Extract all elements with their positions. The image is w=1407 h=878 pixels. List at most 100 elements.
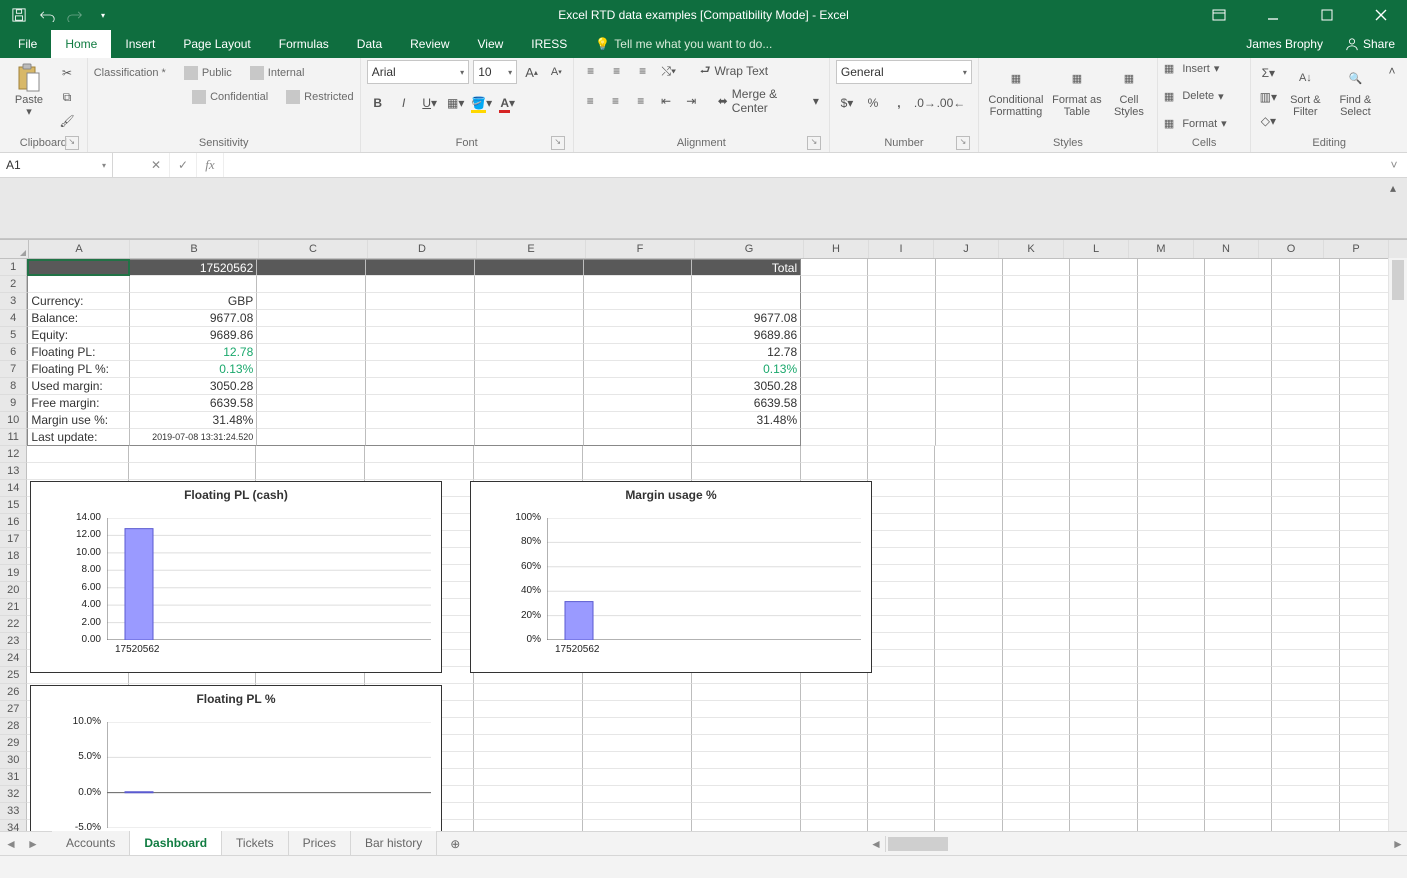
col-header-F[interactable]: F	[586, 240, 695, 258]
cell-A3[interactable]: Currency:	[27, 293, 129, 310]
cell-E3[interactable]	[475, 293, 584, 310]
sheet-nav-prev-icon[interactable]: ◄	[0, 833, 22, 855]
cell-H9[interactable]	[801, 395, 868, 412]
ribbon-tab-home[interactable]: Home	[51, 30, 111, 58]
cell-M11[interactable]	[1138, 429, 1205, 446]
cell-F13[interactable]	[583, 463, 692, 480]
cell-L11[interactable]	[1070, 429, 1137, 446]
cell-M8[interactable]	[1138, 378, 1205, 395]
row-header-28[interactable]: 28	[0, 718, 27, 735]
cell-I5[interactable]	[868, 327, 935, 344]
cell-C9[interactable]	[257, 395, 366, 412]
select-all-corner[interactable]	[0, 240, 29, 258]
cell-O14[interactable]	[1272, 480, 1339, 497]
cell-C8[interactable]	[257, 378, 366, 395]
cell-C3[interactable]	[257, 293, 366, 310]
cell-L17[interactable]	[1070, 531, 1137, 548]
cell-A12[interactable]	[27, 446, 128, 463]
cell-A6[interactable]: Floating PL:	[27, 344, 129, 361]
cell-H28[interactable]	[801, 718, 868, 735]
cell-K25[interactable]	[1003, 667, 1070, 684]
cell-O23[interactable]	[1272, 633, 1339, 650]
cell-N2[interactable]	[1205, 276, 1272, 293]
cell-K20[interactable]	[1003, 582, 1070, 599]
cell-I32[interactable]	[868, 786, 935, 803]
cell-H29[interactable]	[801, 735, 868, 752]
cell-F6[interactable]	[584, 344, 693, 361]
cell-N4[interactable]	[1205, 310, 1272, 327]
cell-L27[interactable]	[1070, 701, 1137, 718]
new-sheet-button[interactable]: ⊕	[443, 832, 467, 856]
cell-L14[interactable]	[1070, 480, 1137, 497]
sensitivity-public[interactable]: Public	[184, 64, 232, 82]
ribbon-tab-file[interactable]: File	[4, 30, 51, 58]
cell-I7[interactable]	[868, 361, 935, 378]
cell-G8[interactable]: 3050.28	[692, 378, 801, 395]
row-header-12[interactable]: 12	[0, 446, 27, 463]
col-header-K[interactable]: K	[999, 240, 1064, 258]
find-select-button[interactable]: 🔍 Find & Select	[1331, 60, 1379, 118]
cell-J29[interactable]	[935, 735, 1002, 752]
cell-K11[interactable]	[1003, 429, 1070, 446]
ribbon-tab-view[interactable]: View	[464, 30, 518, 58]
cell-N24[interactable]	[1205, 650, 1272, 667]
cell-L2[interactable]	[1070, 276, 1137, 293]
cell-D6[interactable]	[366, 344, 475, 361]
cell-I9[interactable]	[868, 395, 935, 412]
merge-center-button[interactable]: ⬌ Merge & Center ▾	[714, 90, 823, 112]
cell-D12[interactable]	[365, 446, 474, 463]
cell-J8[interactable]	[936, 378, 1003, 395]
cell-F10[interactable]	[584, 412, 693, 429]
cell-B8[interactable]: 3050.28	[130, 378, 258, 395]
cell-M17[interactable]	[1138, 531, 1205, 548]
cell-I27[interactable]	[868, 701, 935, 718]
cell-I24[interactable]	[868, 650, 935, 667]
cell-F28[interactable]	[583, 718, 692, 735]
cell-O10[interactable]	[1272, 412, 1339, 429]
sheet-tab-bar-history[interactable]: Bar history	[351, 831, 437, 855]
cell-A1[interactable]	[27, 259, 129, 276]
cell-H8[interactable]	[801, 378, 868, 395]
cell-B4[interactable]: 9677.08	[130, 310, 258, 327]
cell-G29[interactable]	[692, 735, 801, 752]
cell-I28[interactable]	[868, 718, 935, 735]
name-box[interactable]: A1 ▾	[0, 153, 113, 177]
cell-K4[interactable]	[1003, 310, 1070, 327]
enter-formula-icon[interactable]: ✓	[170, 153, 197, 177]
cell-C1[interactable]	[257, 259, 366, 276]
cell-M10[interactable]	[1138, 412, 1205, 429]
cell-M33[interactable]	[1138, 803, 1205, 820]
cell-J7[interactable]	[936, 361, 1003, 378]
font-color-icon[interactable]: A▾	[497, 92, 519, 114]
cell-K9[interactable]	[1003, 395, 1070, 412]
cell-L10[interactable]	[1070, 412, 1137, 429]
row-header-1[interactable]: 1	[0, 259, 27, 276]
cell-B11[interactable]: 2019-07-08 13:31:24.520	[130, 429, 258, 446]
col-header-G[interactable]: G	[695, 240, 804, 258]
cell-C10[interactable]	[257, 412, 366, 429]
sheet-tab-tickets[interactable]: Tickets	[222, 831, 289, 855]
cell-L4[interactable]	[1070, 310, 1137, 327]
col-header-J[interactable]: J	[934, 240, 999, 258]
cell-N33[interactable]	[1205, 803, 1272, 820]
cell-G32[interactable]	[692, 786, 801, 803]
cut-icon[interactable]: ✂	[56, 62, 78, 84]
cell-L6[interactable]	[1070, 344, 1137, 361]
maximize-icon[interactable]	[1305, 0, 1349, 30]
cell-M27[interactable]	[1138, 701, 1205, 718]
cell-I2[interactable]	[868, 276, 935, 293]
cell-M2[interactable]	[1138, 276, 1205, 293]
chart-2[interactable]: Floating PL %10.0%5.0%0.0%-5.0%17520562	[30, 685, 442, 837]
cell-H26[interactable]	[801, 684, 868, 701]
clipboard-launcher-icon[interactable]: ↘	[65, 136, 79, 150]
comma-format-icon[interactable]: ,	[888, 92, 910, 114]
cell-G33[interactable]	[692, 803, 801, 820]
cell-K22[interactable]	[1003, 616, 1070, 633]
cell-H32[interactable]	[801, 786, 868, 803]
row-header-15[interactable]: 15	[0, 497, 27, 514]
cell-B1[interactable]: 17520562	[130, 259, 258, 276]
cell-B6[interactable]: 12.78	[130, 344, 258, 361]
cell-L31[interactable]	[1070, 769, 1137, 786]
cell-K19[interactable]	[1003, 565, 1070, 582]
col-header-E[interactable]: E	[477, 240, 586, 258]
